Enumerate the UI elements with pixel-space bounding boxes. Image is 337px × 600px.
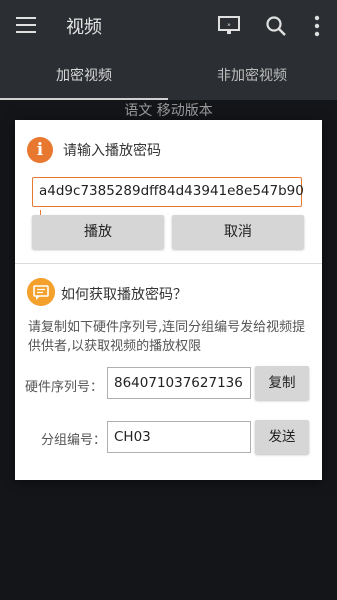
divider bbox=[15, 263, 322, 264]
cancel-button[interactable]: 取消 bbox=[172, 215, 304, 249]
serial-field[interactable]: 864071037627136 bbox=[107, 367, 251, 399]
cast-icon[interactable]: » bbox=[218, 16, 240, 36]
tab-bar: 加密视频 非加密视频 bbox=[0, 52, 337, 100]
info-icon: i bbox=[27, 137, 53, 163]
group-label: 分组编号： bbox=[41, 433, 107, 448]
search-icon[interactable] bbox=[265, 15, 287, 37]
message-icon bbox=[27, 278, 55, 306]
play-button[interactable]: 播放 bbox=[32, 215, 164, 249]
dialog-title: 请输入播放密码 bbox=[63, 143, 161, 159]
password-dialog: i 请输入播放密码 a4d9c7385289dff84d43941e8e547b… bbox=[15, 120, 322, 480]
help-description: 请复制如下硬件序列号,连同分组编号发给视频提供供者,以获取视频的播放权限 bbox=[28, 320, 306, 354]
tab-unencrypted-video[interactable]: 非加密视频 bbox=[168, 52, 336, 100]
more-vert-icon[interactable] bbox=[309, 14, 325, 38]
help-title: 如何获取播放密码？ bbox=[61, 287, 187, 303]
menu-icon[interactable] bbox=[16, 17, 36, 33]
svg-text:»: » bbox=[227, 22, 231, 29]
background-banner-text: 语文 移动版本 bbox=[124, 103, 213, 119]
copy-button[interactable]: 复制 bbox=[255, 366, 309, 400]
app-bar: 视频 » bbox=[0, 0, 337, 52]
send-button[interactable]: 发送 bbox=[255, 420, 309, 454]
serial-label: 硬件序列号： bbox=[25, 380, 104, 395]
password-input[interactable]: a4d9c7385289dff84d43941e8e547b90 bbox=[32, 177, 304, 226]
tab-encrypted-video[interactable]: 加密视频 bbox=[0, 52, 168, 100]
app-title: 视频 bbox=[66, 17, 102, 38]
password-value: a4d9c7385289dff84d43941e8e547b90 bbox=[39, 183, 304, 199]
group-field[interactable]: CH03 bbox=[107, 421, 251, 453]
